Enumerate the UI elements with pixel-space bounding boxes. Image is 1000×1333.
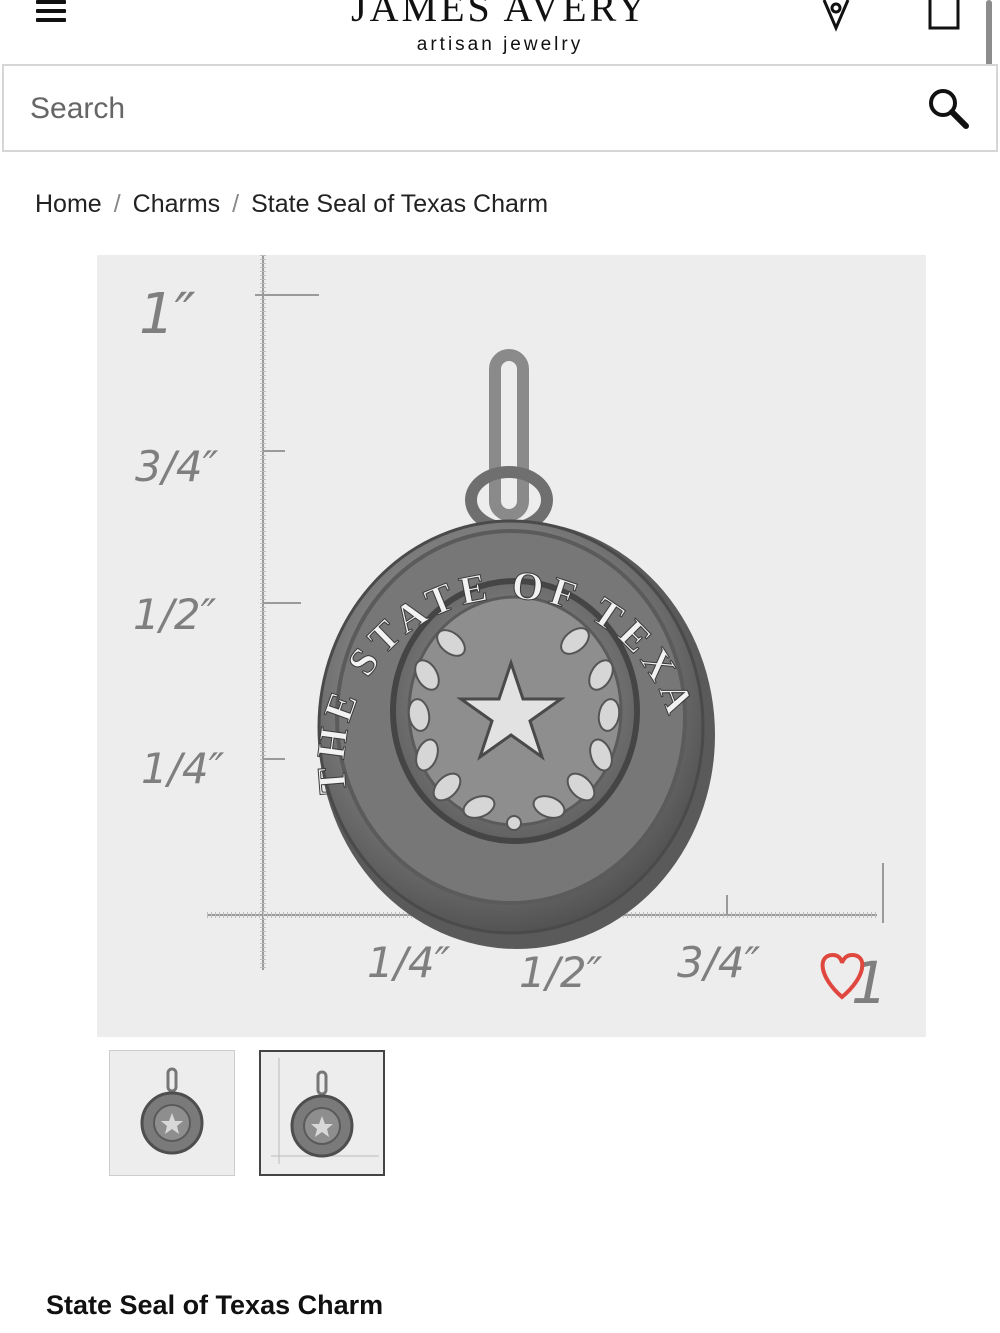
ruler-label-1-4in: 1/4″ bbox=[141, 744, 225, 793]
scrollbar[interactable] bbox=[986, 0, 992, 68]
breadcrumb-charms[interactable]: Charms bbox=[133, 190, 221, 218]
ruler-label-h-3-4in: 3/4″ bbox=[677, 938, 761, 987]
thumbnail-charm-scale[interactable] bbox=[259, 1050, 385, 1176]
ruler-label-3-4in: 3/4″ bbox=[135, 442, 219, 491]
shopping-bag-icon[interactable] bbox=[926, 0, 962, 32]
breadcrumb-home[interactable]: Home bbox=[35, 190, 102, 218]
thumbnail-charm-front[interactable] bbox=[109, 1050, 235, 1176]
logo[interactable]: JAMES AVERY artisan jewelry bbox=[340, 0, 660, 56]
vertical-ruler bbox=[255, 255, 319, 970]
breadcrumb-separator: / bbox=[232, 190, 240, 218]
ruler-label-1-2in: 1/2″ bbox=[133, 590, 217, 639]
logo-tagline: artisan jewelry bbox=[416, 34, 584, 55]
thumbnail-image bbox=[140, 1067, 204, 1155]
charm-scale-illustration: 1″ 3/4″ 1/2″ 1/4″ 1/4″ 1/2″ 3/4″ 1 THE S… bbox=[97, 255, 888, 1017]
ruler-label-h-1-4in: 1/4″ bbox=[367, 938, 451, 987]
search-input[interactable] bbox=[30, 82, 890, 136]
product-title: State Seal of Texas Charm bbox=[46, 1290, 384, 1320]
logo-wordmark: JAMES AVERY bbox=[351, 0, 649, 30]
search-icon[interactable] bbox=[926, 86, 970, 130]
product-main-image[interactable]: 1″ 3/4″ 1/2″ 1/4″ 1/4″ 1/2″ 3/4″ 1 THE S… bbox=[97, 255, 926, 1037]
breadcrumb-separator: / bbox=[113, 190, 121, 218]
ruler-label-h-1-2in: 1/2″ bbox=[519, 948, 603, 997]
breadcrumb: Home / Charms / State Seal of Texas Charm bbox=[35, 190, 548, 222]
site-header: JAMES AVERY artisan jewelry bbox=[0, 0, 1000, 68]
location-pin-icon[interactable] bbox=[818, 0, 854, 32]
thumbnail-image bbox=[271, 1058, 379, 1164]
search-bar bbox=[2, 64, 998, 152]
hamburger-menu-icon[interactable] bbox=[36, 0, 66, 24]
ruler-label-1in: 1″ bbox=[139, 282, 196, 347]
breadcrumb-current: State Seal of Texas Charm bbox=[251, 190, 549, 218]
charm-bail bbox=[465, 349, 553, 534]
